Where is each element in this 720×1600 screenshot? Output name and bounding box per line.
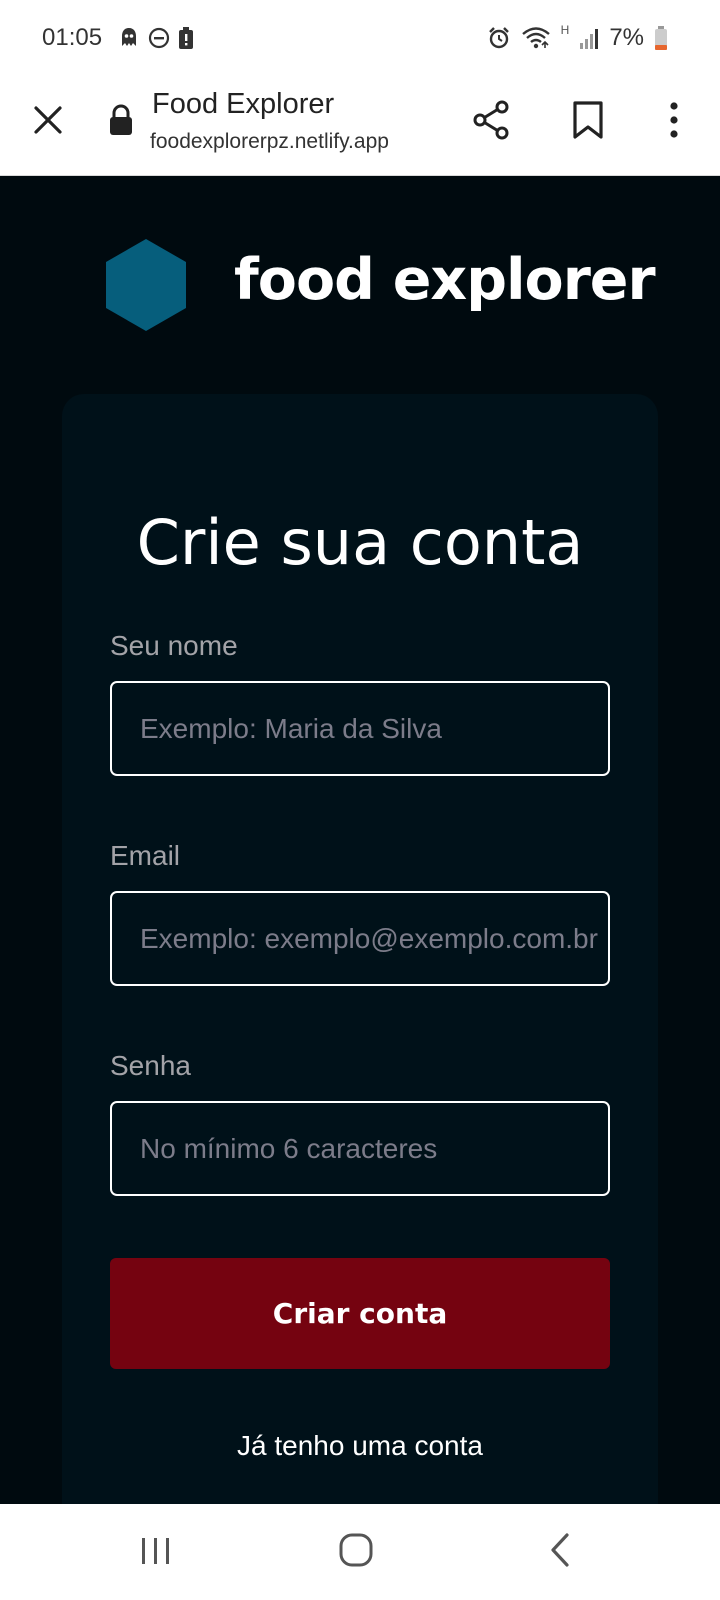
close-icon[interactable] [30, 102, 66, 138]
status-time: 01:05 [42, 24, 103, 51]
logo-text: food explorer [234, 247, 656, 313]
status-bar: 01:05 H 7% [0, 0, 720, 78]
login-link[interactable]: Já tenho uma conta [62, 1430, 658, 1462]
page-url[interactable]: foodexplorerpz.netlify.app [150, 130, 389, 154]
recents-icon[interactable] [140, 1536, 172, 1566]
bookmark-icon[interactable] [570, 100, 606, 140]
hexagon-logo-icon [106, 239, 186, 331]
battery-percent: 7% [609, 24, 644, 51]
signal-icon [580, 29, 599, 49]
email-input[interactable] [110, 891, 610, 986]
name-label: Seu nome [110, 630, 238, 661]
network-type: H [560, 23, 570, 37]
system-nav-bar [0, 1504, 720, 1600]
back-icon[interactable] [548, 1532, 572, 1568]
wifi-icon [521, 27, 550, 49]
create-account-button[interactable]: Criar conta [110, 1258, 610, 1369]
page-content: food explorer Crie sua conta Seu nome Em… [0, 177, 720, 1504]
name-input[interactable] [110, 681, 610, 776]
signup-card: Crie sua conta Seu nome Email Senha Cria… [62, 394, 658, 1504]
share-icon[interactable] [470, 98, 514, 142]
email-label: Email [110, 840, 181, 871]
do-not-disturb-icon [148, 27, 170, 49]
more-vert-icon[interactable] [662, 98, 686, 142]
app-logo: food explorer [104, 237, 656, 333]
lock-icon [110, 104, 132, 135]
password-input[interactable] [110, 1101, 610, 1196]
browser-toolbar: Food Explorer foodexplorerpz.netlify.app [0, 78, 720, 176]
form-title: Crie sua conta [136, 506, 584, 579]
battery-saver-icon [179, 27, 193, 49]
battery-icon [655, 26, 667, 50]
ghost-icon [122, 28, 136, 46]
page-title: Food Explorer [152, 88, 335, 120]
password-label: Senha [110, 1050, 191, 1081]
alarm-icon [488, 27, 509, 49]
home-icon[interactable] [338, 1532, 374, 1568]
